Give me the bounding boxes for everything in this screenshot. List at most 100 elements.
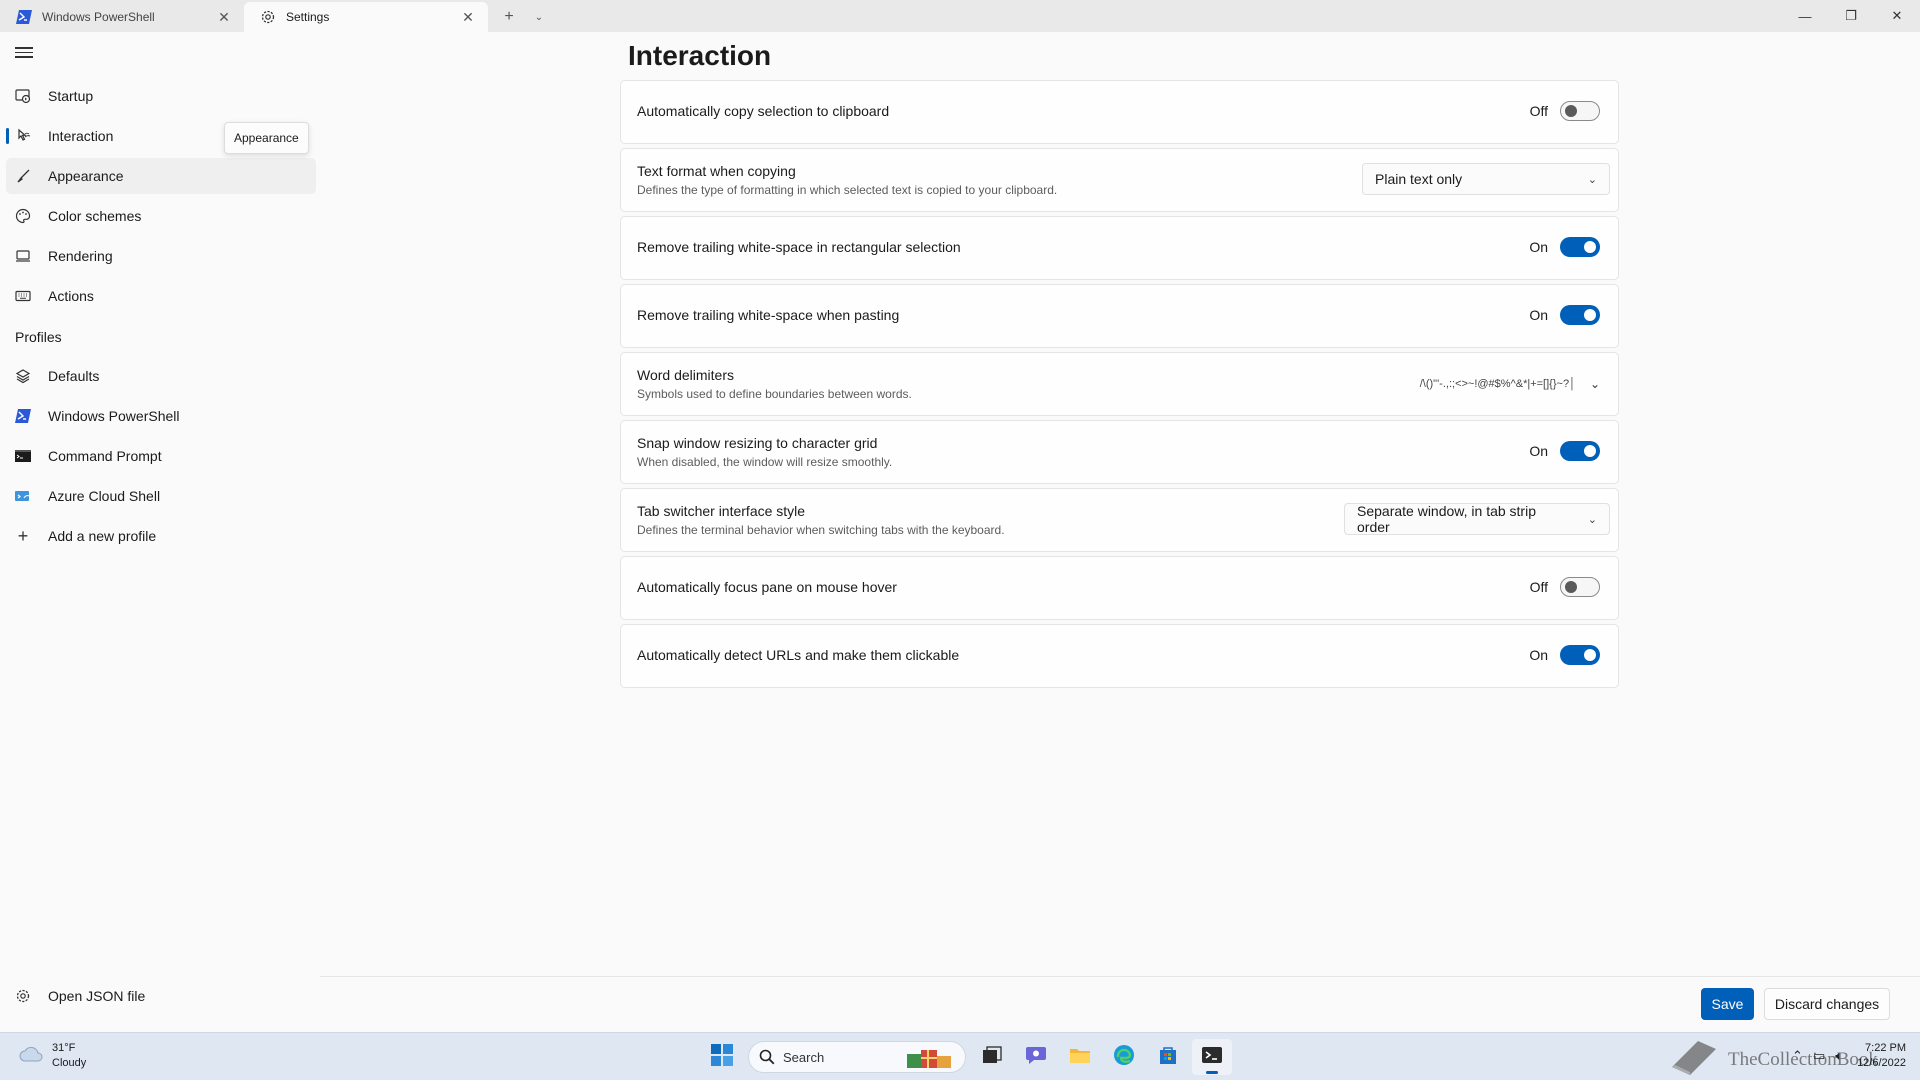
discard-changes-button[interactable]: Discard changes bbox=[1764, 988, 1890, 1020]
start-button[interactable] bbox=[702, 1039, 742, 1075]
word-delimiters-value[interactable]: /\()"'-.,:;<>~!@#$%^&*|+=[]{}~?│ ⌄ bbox=[1420, 377, 1600, 391]
sidebar-item-add-new-profile[interactable]: + Add a new profile bbox=[6, 518, 316, 554]
volume-icon[interactable]: 🔈︎ bbox=[1835, 1048, 1843, 1064]
clock-time: 7:22 PM bbox=[1865, 1042, 1906, 1054]
setting-title: Snap window resizing to character grid bbox=[637, 435, 878, 451]
store-icon bbox=[1157, 1045, 1179, 1070]
setting-trim-rect-selection: Remove trailing white-space in rectangul… bbox=[620, 216, 1619, 280]
snap-resize-toggle[interactable]: On bbox=[1529, 441, 1600, 461]
clock[interactable]: 7:22 PM 12/6/2022 bbox=[1857, 1041, 1906, 1071]
toggle-state: Off bbox=[1529, 579, 1548, 595]
taskbar-search[interactable]: Search bbox=[748, 1041, 966, 1073]
setting-description: When disabled, the window will resize sm… bbox=[637, 455, 893, 469]
setting-trim-paste: Remove trailing white-space when pasting… bbox=[620, 284, 1619, 348]
terminal-button[interactable] bbox=[1192, 1039, 1232, 1075]
taskbar: 31°F Cloudy Search TheCollectionBook ⌃ ▭… bbox=[0, 1032, 1920, 1080]
task-view-button[interactable] bbox=[972, 1039, 1012, 1075]
sidebar-item-label: Command Prompt bbox=[48, 448, 162, 464]
setting-title: Remove trailing white-space in rectangul… bbox=[637, 239, 961, 255]
setting-word-delimiters[interactable]: Word delimiters Symbols used to define b… bbox=[620, 352, 1619, 416]
setting-description: Symbols used to define boundaries betwee… bbox=[637, 387, 912, 401]
sidebar-item-label: Rendering bbox=[48, 248, 113, 264]
chevron-down-icon: ⌄ bbox=[1589, 377, 1600, 391]
azure-icon bbox=[15, 488, 31, 504]
tab-windows-powershell[interactable]: Windows PowerShell ✕ bbox=[0, 2, 244, 32]
toggle-state: Off bbox=[1529, 103, 1548, 119]
restore-button[interactable]: ❐ bbox=[1828, 0, 1874, 32]
save-button[interactable]: Save bbox=[1701, 988, 1754, 1020]
tab-dropdown-button[interactable]: ⌄ bbox=[524, 3, 554, 31]
monitor-icon bbox=[15, 248, 31, 264]
delimiters-text: /\()"'-.,:;<>~!@#$%^&*|+=[]{}~?│ bbox=[1419, 378, 1576, 390]
store-button[interactable] bbox=[1148, 1039, 1188, 1075]
interaction-icon bbox=[15, 128, 31, 144]
sidebar-item-label: Appearance bbox=[48, 168, 124, 184]
tab-label: Windows PowerShell bbox=[42, 10, 155, 24]
sidebar-item-azure-cloud-shell[interactable]: Azure Cloud Shell bbox=[6, 478, 316, 514]
gear-icon bbox=[15, 988, 31, 1004]
toggle-switch[interactable] bbox=[1560, 441, 1600, 461]
setting-title: Automatically copy selection to clipboar… bbox=[637, 103, 890, 119]
cloud-icon bbox=[18, 1044, 44, 1069]
edge-browser-button[interactable] bbox=[1104, 1039, 1144, 1075]
sidebar-item-label: Interaction bbox=[48, 128, 114, 144]
dropdown-value: Plain text only bbox=[1375, 171, 1463, 187]
tab-actions: + ⌄ bbox=[494, 2, 554, 32]
gifts-icon bbox=[905, 1046, 959, 1070]
toggle-switch[interactable] bbox=[1560, 305, 1600, 325]
open-json-button[interactable]: Open JSON file bbox=[15, 988, 145, 1004]
terminal-icon bbox=[1201, 1045, 1223, 1070]
minimize-button[interactable]: — bbox=[1782, 0, 1828, 32]
copy-selection-toggle[interactable]: Off bbox=[1530, 101, 1600, 121]
sidebar-item-defaults[interactable]: Defaults bbox=[6, 358, 316, 394]
sidebar-item-command-prompt[interactable]: Command Prompt bbox=[6, 438, 316, 474]
layers-icon bbox=[15, 368, 31, 384]
tab-settings[interactable]: Settings ✕ bbox=[244, 2, 488, 32]
sidebar-item-actions[interactable]: Actions bbox=[6, 278, 316, 314]
weather-widget[interactable]: 31°F Cloudy bbox=[18, 1041, 86, 1071]
chevron-down-icon: ⌄ bbox=[1587, 513, 1597, 526]
title-bar: Windows PowerShell ✕ Settings ✕ + ⌄ — ❐ … bbox=[0, 0, 1920, 32]
text-format-dropdown[interactable]: Plain text only ⌄ bbox=[1362, 163, 1610, 195]
sidebar-item-color-schemes[interactable]: Color schemes bbox=[6, 198, 316, 234]
weather-desc: Cloudy bbox=[52, 1057, 87, 1069]
detect-urls-toggle[interactable]: On bbox=[1529, 645, 1600, 665]
setting-title: Automatically focus pane on mouse hover bbox=[637, 579, 897, 595]
toggle-switch[interactable] bbox=[1560, 237, 1600, 257]
new-tab-button[interactable]: + bbox=[494, 3, 524, 31]
setting-title: Text format when copying bbox=[637, 163, 796, 179]
tab-switcher-dropdown[interactable]: Separate window, in tab strip order ⌄ bbox=[1344, 503, 1610, 535]
close-icon[interactable]: ✕ bbox=[460, 9, 476, 25]
file-explorer-button[interactable] bbox=[1060, 1039, 1100, 1075]
sidebar-item-windows-powershell[interactable]: Windows PowerShell bbox=[6, 398, 316, 434]
setting-title: Automatically detect URLs and make them … bbox=[637, 647, 960, 663]
toggle-switch[interactable] bbox=[1560, 101, 1600, 121]
toggle-state: On bbox=[1529, 647, 1548, 663]
system-tray: ⌃ ▭ 🔈︎ 7:22 PM 12/6/2022 bbox=[1782, 1041, 1906, 1071]
sidebar-item-label: Windows PowerShell bbox=[48, 408, 180, 424]
sidebar-item-rendering[interactable]: Rendering bbox=[6, 238, 316, 274]
footer-divider bbox=[320, 976, 1920, 977]
teams-chat-button[interactable] bbox=[1016, 1039, 1056, 1075]
keyboard-icon bbox=[15, 288, 31, 304]
selection-indicator bbox=[6, 128, 9, 144]
settings-window: Startup Interaction Appearance Color sch… bbox=[0, 32, 1920, 1032]
toggle-switch[interactable] bbox=[1560, 645, 1600, 665]
close-window-button[interactable]: ✕ bbox=[1874, 0, 1920, 32]
trim-paste-toggle[interactable]: On bbox=[1529, 305, 1600, 325]
setting-detect-urls: Automatically detect URLs and make them … bbox=[620, 624, 1619, 688]
setting-title: Word delimiters bbox=[637, 367, 734, 383]
cmd-icon bbox=[15, 448, 31, 464]
setting-title: Remove trailing white-space when pasting bbox=[637, 307, 900, 323]
close-icon[interactable]: ✕ bbox=[216, 9, 232, 25]
hamburger-menu-icon[interactable] bbox=[14, 44, 34, 64]
setting-description: Defines the terminal behavior when switc… bbox=[637, 523, 1005, 537]
toggle-switch[interactable] bbox=[1560, 577, 1600, 597]
trim-rect-selection-toggle[interactable]: On bbox=[1529, 237, 1600, 257]
focus-hover-toggle[interactable]: Off bbox=[1530, 577, 1600, 597]
sidebar-item-appearance[interactable]: Appearance bbox=[6, 158, 316, 194]
sidebar-item-startup[interactable]: Startup bbox=[6, 78, 316, 114]
chevron-down-icon: ⌄ bbox=[534, 11, 544, 23]
network-icon[interactable]: ▭ bbox=[1813, 1048, 1825, 1064]
chevron-up-icon[interactable]: ⌃ bbox=[1792, 1048, 1803, 1064]
